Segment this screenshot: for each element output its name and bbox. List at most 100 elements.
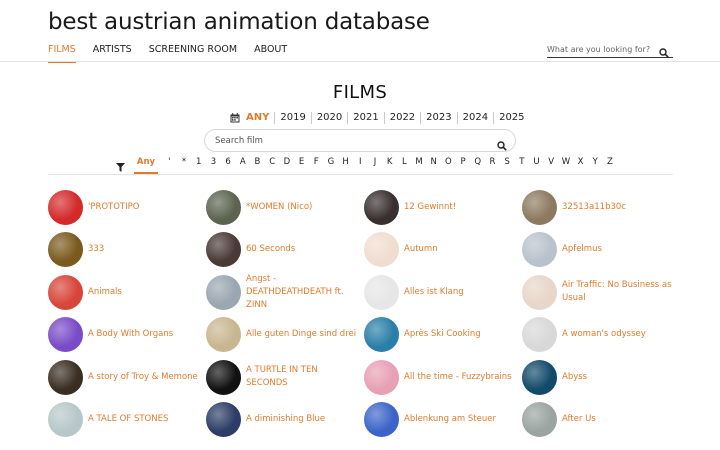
film-title-link[interactable]: A woman's odyssey — [562, 328, 674, 341]
letter-option[interactable]: Q — [470, 155, 485, 169]
film-thumbnail[interactable] — [206, 359, 241, 395]
year-option[interactable]: 2025 — [493, 112, 529, 124]
film-title-link[interactable]: 'PROTOTIPO — [88, 201, 200, 214]
letter-any[interactable]: Any — [134, 155, 158, 174]
year-option[interactable]: 2023 — [420, 112, 456, 124]
film-title-link[interactable]: Après Ski Cooking — [404, 328, 516, 341]
film-thumbnail[interactable] — [48, 317, 83, 352]
film-item[interactable]: Autumn — [364, 232, 522, 268]
film-item[interactable]: Alles ist Klang — [364, 274, 522, 310]
film-title-link[interactable]: Abyss — [562, 371, 674, 384]
film-thumbnail[interactable] — [522, 189, 557, 225]
film-title-link[interactable]: Ablenkung am Steuer — [404, 413, 516, 426]
film-thumbnail[interactable] — [522, 402, 557, 437]
film-item[interactable]: After Us — [522, 402, 680, 438]
letter-option[interactable]: R — [485, 155, 500, 169]
film-thumbnail[interactable] — [522, 359, 557, 395]
film-item[interactable]: A story of Troy & Memone — [48, 359, 206, 395]
search-icon[interactable] — [497, 136, 507, 155]
film-title-link[interactable]: 60 Seconds — [246, 243, 358, 256]
film-title-link[interactable]: A TALE OF STONES — [88, 413, 200, 426]
film-title-link[interactable]: 32513a11b30c — [562, 201, 674, 214]
letter-option[interactable]: I — [353, 155, 368, 169]
site-title[interactable]: best austrian animation database — [48, 9, 430, 35]
film-thumbnail[interactable] — [364, 317, 399, 352]
film-thumbnail[interactable] — [364, 274, 399, 310]
film-title-link[interactable]: After Us — [562, 413, 674, 426]
letter-option[interactable]: F — [309, 155, 324, 169]
letter-option[interactable]: C — [265, 155, 280, 169]
film-thumbnail[interactable] — [364, 232, 399, 267]
film-item[interactable]: 'PROTOTIPO — [48, 189, 206, 225]
letter-option[interactable]: L — [397, 155, 412, 169]
film-title-link[interactable]: 12 Gewinnt! — [404, 201, 516, 214]
film-title-link[interactable]: A Body With Organs — [88, 328, 200, 341]
letter-option[interactable]: N — [426, 155, 441, 169]
film-thumbnail[interactable] — [522, 317, 557, 352]
letter-option[interactable]: G — [324, 155, 339, 169]
film-thumbnail[interactable] — [206, 232, 241, 267]
year-option[interactable]: 2021 — [347, 112, 383, 124]
letter-option[interactable]: T — [515, 155, 530, 169]
letter-option[interactable]: Y — [588, 155, 603, 169]
film-title-link[interactable]: A story of Troy & Memone — [88, 371, 200, 384]
film-title-link[interactable]: Air Traffic: No Business as Usual — [562, 279, 674, 305]
film-item[interactable]: A diminishing Blue — [206, 402, 364, 438]
film-title-link[interactable]: Alles ist Klang — [404, 286, 516, 299]
film-item[interactable]: Animals — [48, 274, 206, 310]
film-thumbnail[interactable] — [364, 189, 399, 225]
film-item[interactable]: Abyss — [522, 359, 680, 395]
letter-option[interactable]: J — [368, 155, 383, 169]
film-item[interactable]: Ablenkung am Steuer — [364, 402, 522, 438]
year-any[interactable]: ANY — [246, 112, 274, 124]
letter-option[interactable]: S — [500, 155, 515, 169]
letter-option[interactable]: V — [544, 155, 559, 169]
letter-option[interactable]: M — [412, 155, 427, 169]
film-item[interactable]: Air Traffic: No Business as Usual — [522, 274, 680, 310]
letter-option[interactable]: H — [338, 155, 353, 169]
letter-option[interactable]: W — [559, 155, 574, 169]
film-title-link[interactable]: 333 — [88, 243, 200, 256]
letter-option[interactable]: K — [382, 155, 397, 169]
year-option[interactable]: 2022 — [383, 112, 420, 124]
film-title-link[interactable]: Autumn — [404, 243, 516, 256]
film-title-link[interactable]: A diminishing Blue — [246, 413, 358, 426]
film-thumbnail[interactable] — [364, 402, 399, 437]
film-thumbnail[interactable] — [48, 402, 83, 437]
film-item[interactable]: Après Ski Cooking — [364, 317, 522, 353]
letter-option[interactable]: 1 — [191, 155, 206, 169]
letter-option[interactable]: D — [280, 155, 295, 169]
film-item[interactable]: A woman's odyssey — [522, 317, 680, 353]
film-item[interactable]: All the time - Fuzzybrains — [364, 359, 522, 395]
film-thumbnail[interactable] — [206, 189, 241, 225]
year-option[interactable]: 2024 — [456, 112, 493, 124]
letter-option[interactable]: ' — [162, 155, 177, 169]
film-thumbnail[interactable] — [206, 317, 241, 352]
film-title-link[interactable]: Animals — [88, 286, 200, 299]
letter-option[interactable]: Z — [603, 155, 618, 169]
letter-option[interactable]: U — [529, 155, 544, 169]
film-item[interactable]: A TURTLE IN TEN SECONDS — [206, 359, 364, 395]
letter-option[interactable]: O — [441, 155, 456, 169]
film-item[interactable]: Alle guten Dinge sind drei — [206, 317, 364, 353]
film-item[interactable]: A TALE OF STONES — [48, 402, 206, 438]
film-item[interactable]: 333 — [48, 232, 206, 268]
site-search-input[interactable] — [547, 45, 655, 54]
film-thumbnail[interactable] — [522, 232, 557, 267]
film-item[interactable]: 32513a11b30c — [522, 189, 680, 225]
film-item[interactable]: Angst - DEATHDEATHDEATH ft. ZINN — [206, 274, 364, 310]
film-thumbnail[interactable] — [48, 359, 83, 395]
letter-option[interactable]: A — [235, 155, 250, 169]
search-icon[interactable] — [659, 43, 669, 62]
film-title-link[interactable]: Apfelmus — [562, 243, 674, 256]
film-title-link[interactable]: Angst - DEATHDEATHDEATH ft. ZINN — [246, 273, 358, 312]
letter-option[interactable]: 6 — [221, 155, 236, 169]
film-item[interactable]: 60 Seconds — [206, 232, 364, 268]
letter-option[interactable]: B — [250, 155, 265, 169]
year-option[interactable]: 2019 — [274, 112, 310, 124]
film-thumbnail[interactable] — [364, 359, 399, 395]
film-title-link[interactable]: All the time - Fuzzybrains — [404, 371, 516, 384]
film-thumbnail[interactable] — [522, 274, 557, 310]
film-thumbnail[interactable] — [48, 189, 83, 225]
film-title-link[interactable]: Alle guten Dinge sind drei — [246, 328, 358, 341]
